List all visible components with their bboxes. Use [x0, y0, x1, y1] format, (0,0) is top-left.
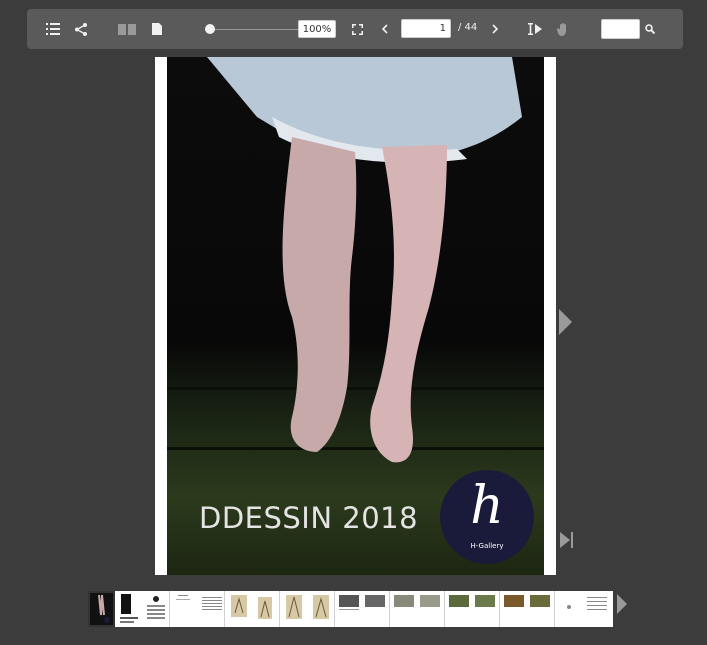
thumbnail-pages-4-5[interactable] — [170, 591, 225, 627]
search-input[interactable] — [601, 19, 640, 39]
toolbar: 100% 1 / 44 — [27, 9, 683, 49]
thumbnail-page-1[interactable] — [88, 591, 115, 627]
share-icon[interactable] — [71, 9, 91, 49]
thumbnail-pages-10-11[interactable] — [335, 591, 390, 627]
logo-name: H-Gallery — [470, 542, 504, 550]
thumbnail-pages-12-13[interactable] — [390, 591, 445, 627]
zoom-slider-thumb[interactable] — [205, 24, 215, 34]
double-page-view-icon[interactable] — [117, 9, 137, 49]
cover-title: DDESSIN 2018 — [199, 501, 419, 535]
hand-tool-icon[interactable] — [552, 9, 572, 49]
thumbnail-pages-16-17[interactable] — [500, 591, 555, 627]
page-number-input[interactable]: 1 — [401, 19, 451, 38]
thumbnail-pages-18-19[interactable] — [555, 591, 613, 627]
thumbnail-pages-14-15[interactable] — [445, 591, 500, 627]
next-page-arrow-icon[interactable] — [559, 309, 572, 335]
next-page-icon[interactable] — [485, 9, 505, 49]
text-select-icon[interactable] — [525, 9, 545, 49]
thumbnail-pages-2-3[interactable] — [115, 591, 170, 627]
single-page-view-icon[interactable] — [147, 9, 167, 49]
page-view[interactable]: DDESSIN 2018 h H-Gallery — [155, 57, 556, 575]
page-total-label: / 44 — [458, 22, 478, 33]
thumbnail-strip — [88, 591, 613, 627]
fullscreen-icon[interactable] — [347, 9, 367, 49]
cover-image: DDESSIN 2018 h H-Gallery — [167, 57, 544, 575]
logo-letter: h — [470, 476, 504, 536]
thumbnail-pages-8-9[interactable] — [280, 591, 335, 627]
zoom-field[interactable]: 100% — [298, 20, 336, 38]
h-gallery-logo: h H-Gallery — [440, 470, 534, 564]
zoom-slider-track[interactable] — [213, 29, 308, 30]
search-icon[interactable] — [640, 9, 660, 49]
thumbnail-pages-6-7[interactable] — [225, 591, 280, 627]
table-of-contents-icon[interactable] — [43, 9, 63, 49]
thumbnail-next-arrow-icon[interactable] — [617, 594, 627, 614]
previous-page-icon[interactable] — [374, 9, 394, 49]
last-page-arrow-icon[interactable] — [560, 530, 574, 550]
